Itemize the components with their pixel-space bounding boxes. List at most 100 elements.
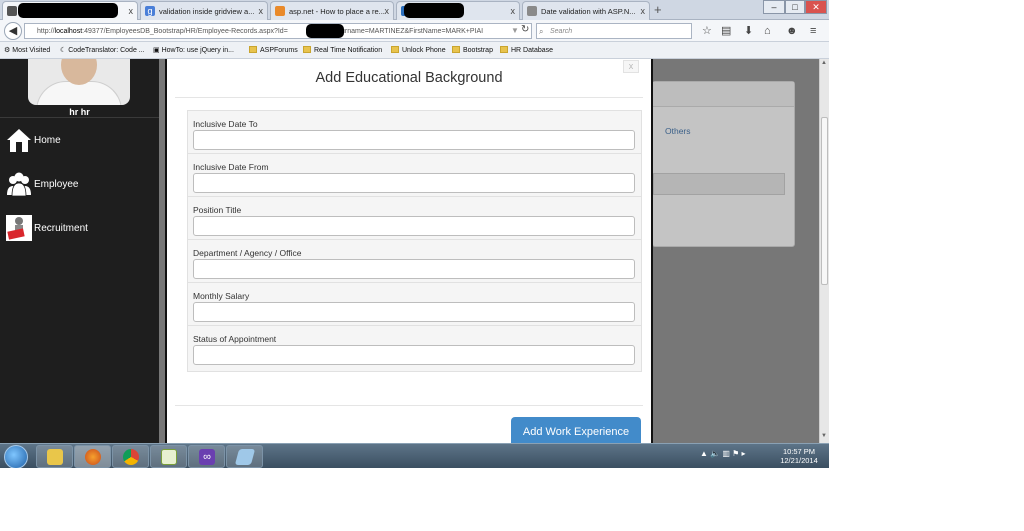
close-icon[interactable]: x xyxy=(259,6,264,16)
bookmark-most-visited[interactable]: ⚙ Most Visited xyxy=(4,46,50,54)
tab-aspnet-stackoverflow[interactable]: asp.net - How to place a re... x xyxy=(270,1,394,20)
taskbar-explorer[interactable] xyxy=(36,445,73,468)
sidebar: hr hr Home Employee Recruitment xyxy=(0,59,159,443)
folder-icon xyxy=(500,46,508,53)
explorer-icon xyxy=(47,449,63,465)
start-button[interactable] xyxy=(4,445,28,468)
bookmark-howto-jquery[interactable]: ▣ HowTo: use jQuery in... xyxy=(153,46,234,54)
volume-icon[interactable]: 🔈 xyxy=(710,449,722,458)
download-icon[interactable]: ⬇ xyxy=(744,24,753,38)
action-center-icon[interactable]: ▸ xyxy=(742,449,746,458)
bookmark-aspforums[interactable]: ASPForums xyxy=(249,46,298,54)
field-label: Inclusive Date To xyxy=(193,119,258,129)
position-title-input[interactable] xyxy=(193,216,635,236)
close-icon[interactable]: x xyxy=(511,6,516,16)
tab-others[interactable]: Others xyxy=(665,126,691,136)
generic-app-icon xyxy=(234,449,256,465)
modal-close-button[interactable]: x xyxy=(623,60,639,73)
avatar xyxy=(28,59,130,105)
folder-icon xyxy=(391,46,399,53)
firefox-icon xyxy=(85,449,101,465)
maximize-button[interactable]: □ xyxy=(785,0,805,14)
monthly-salary-input[interactable] xyxy=(193,302,635,322)
taskbar-app[interactable] xyxy=(226,445,263,468)
close-icon[interactable]: x xyxy=(385,6,390,16)
close-icon[interactable]: x xyxy=(641,6,646,16)
taskbar-visual-studio[interactable]: ∞ xyxy=(188,445,225,468)
inclusive-date-to-input[interactable] xyxy=(193,130,635,150)
screen: x g validation inside gridview a... x as… xyxy=(0,0,829,468)
taskbar-notepad[interactable] xyxy=(150,445,187,468)
url-bar[interactable]: http://localhost:49377/EmployeesDB_Boots… xyxy=(24,23,532,39)
sidebar-item-employee[interactable]: Employee xyxy=(6,171,156,199)
page-scrollbar[interactable]: ▲ ▼ xyxy=(819,59,829,443)
sidebar-item-home[interactable]: Home xyxy=(6,127,156,155)
folder-icon xyxy=(249,46,257,53)
department-agency-office-input[interactable] xyxy=(193,259,635,279)
new-tab-button[interactable]: + xyxy=(654,2,662,17)
add-educational-background-modal: Add Educational Background x Inclusive D… xyxy=(165,59,653,443)
clock-time: 10:57 PM xyxy=(782,447,816,456)
window-close-button[interactable]: ✕ xyxy=(805,0,827,14)
browser-tab-bar: x g validation inside gridview a... x as… xyxy=(0,0,829,20)
bookmark-codetranslator[interactable]: ☾ CodeTranslator: Code ... xyxy=(60,46,145,54)
flag-icon[interactable]: ⚑ xyxy=(732,449,741,458)
redacted-region xyxy=(404,3,464,18)
bookmark-star-icon[interactable]: ☆ xyxy=(702,24,712,38)
page-icon: ▣ xyxy=(153,47,162,54)
url-path: :49377/EmployeesDB_Bootstrap/HR/Employee… xyxy=(82,28,288,35)
chrome-icon xyxy=(123,449,139,465)
form-group: Position Title xyxy=(188,197,641,240)
inclusive-date-from-input[interactable] xyxy=(193,173,635,193)
search-input[interactable]: Search xyxy=(536,23,692,39)
field-label: Status of Appointment xyxy=(193,334,277,344)
background-card: Others xyxy=(652,81,795,247)
scrollbar-thumb[interactable] xyxy=(821,117,828,285)
bookmark-unlock-phone[interactable]: Unlock Phone xyxy=(391,46,446,54)
page-content: hr hr Home Employee Recruitment Others ▲… xyxy=(0,59,829,443)
sidebar-item-recruitment[interactable]: Recruitment xyxy=(6,215,156,243)
taskbar-chrome[interactable] xyxy=(112,445,149,468)
scroll-down-icon[interactable]: ▼ xyxy=(821,433,827,439)
tray-expand-icon[interactable]: ▲ xyxy=(700,449,710,458)
visual-studio-icon: ∞ xyxy=(199,449,215,465)
page-icon xyxy=(7,6,17,16)
field-label: Department / Agency / Office xyxy=(193,248,302,258)
dropdown-arrow-icon[interactable]: ▼ xyxy=(511,24,519,38)
scroll-up-icon[interactable]: ▲ xyxy=(821,60,827,66)
bookmarks-bar: ⚙ Most Visited ☾ CodeTranslator: Code ..… xyxy=(0,42,829,59)
add-work-experience-button[interactable]: Add Work Experience xyxy=(511,417,641,443)
form-group: Inclusive Date From xyxy=(188,154,641,197)
folder-icon xyxy=(303,46,311,53)
bookmark-hr-database[interactable]: HR Database xyxy=(500,46,553,54)
taskbar-firefox[interactable] xyxy=(74,445,111,468)
tab-validation-gridview[interactable]: g validation inside gridview a... x xyxy=(140,1,268,20)
close-icon[interactable]: x xyxy=(129,6,134,16)
sidebar-item-label: Recruitment xyxy=(34,223,88,234)
reload-icon[interactable]: ↻ xyxy=(521,23,529,37)
bookmarks-list-icon[interactable]: ▤ xyxy=(721,24,731,38)
tab-title: validation inside gridview a... xyxy=(159,7,255,16)
taskbar-clock[interactable]: 10:57 PM 12/21/2014 xyxy=(774,447,824,465)
menu-icon[interactable]: ≡ xyxy=(810,24,816,38)
back-arrow-icon[interactable]: ◀ xyxy=(4,22,22,40)
bookmark-bootstrap[interactable]: Bootstrap xyxy=(452,46,493,54)
clock-date: 12/21/2014 xyxy=(780,456,818,465)
form-group: Status of Appointment xyxy=(188,326,641,369)
minimize-button[interactable]: – xyxy=(763,0,785,14)
tab-date-validation[interactable]: Date validation with ASP.N... x xyxy=(522,1,650,20)
url-host: localhost xyxy=(54,28,83,35)
system-tray: ▲ 🔈 ▥ ⚑ ▸ xyxy=(700,449,746,458)
form-group: Monthly Salary xyxy=(188,283,641,326)
field-label: Position Title xyxy=(193,205,242,215)
navigation-bar: ◀ http://localhost:49377/EmployeesDB_Boo… xyxy=(0,20,829,42)
globe-icon: ☾ xyxy=(60,47,69,54)
home-nav-icon[interactable]: ⌂ xyxy=(764,24,771,38)
network-icon[interactable]: ▥ xyxy=(722,449,732,458)
status-of-appointment-input[interactable] xyxy=(193,345,635,365)
bookmark-real-time-notification[interactable]: Real Time Notification xyxy=(303,46,382,54)
form-group: Department / Agency / Office xyxy=(188,240,641,283)
chat-icon[interactable]: ☻ xyxy=(786,24,798,38)
notepad-icon xyxy=(161,449,177,465)
field-label: Monthly Salary xyxy=(193,291,250,301)
